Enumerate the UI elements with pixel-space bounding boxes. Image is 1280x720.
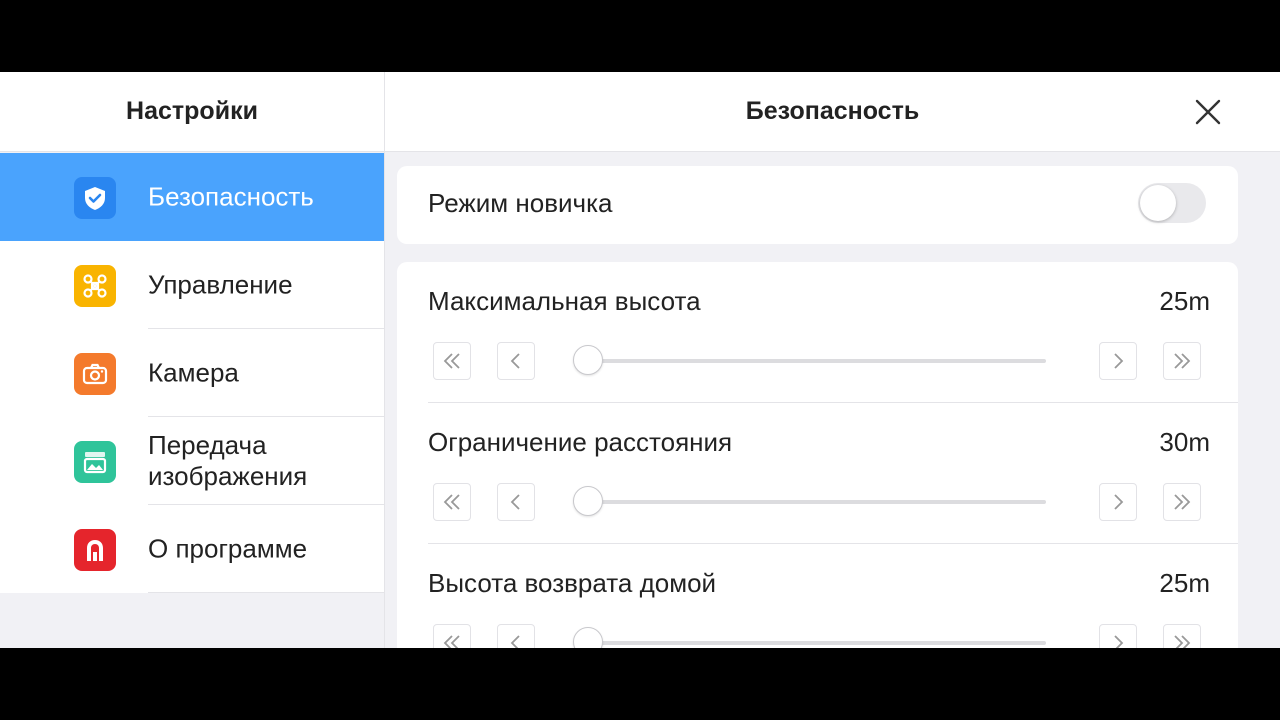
max-altitude-slider[interactable] — [573, 345, 1046, 375]
distance-limit-row: Ограничение расстояния 30m — [397, 403, 1238, 544]
sidebar-item-label: Управление — [148, 269, 293, 300]
double-chevron-right-icon[interactable] — [1163, 483, 1201, 521]
novice-mode-card: Режим новичка — [397, 166, 1238, 244]
settings-sidebar: Настройки Безопасность Управление Камера… — [0, 72, 384, 648]
sidebar-item-label: О программе — [148, 533, 308, 564]
sidebar-divider — [148, 592, 384, 593]
return-home-altitude-label: Высота возврата домой — [428, 568, 717, 598]
return-home-altitude-value: 25m — [1159, 568, 1210, 598]
distance-limit-slider[interactable] — [573, 486, 1046, 516]
drone-icon — [74, 265, 116, 307]
slider-thumb[interactable] — [573, 486, 603, 516]
chevron-left-icon[interactable] — [497, 624, 535, 648]
safety-panel: Безопасность Режим новичка Максимальная … — [384, 72, 1280, 648]
max-altitude-value: 25m — [1159, 286, 1210, 316]
chevron-right-icon[interactable] — [1099, 624, 1137, 648]
panel-header: Безопасность — [385, 72, 1280, 152]
sidebar-item-label: Камера — [148, 357, 239, 388]
double-chevron-left-icon[interactable] — [433, 624, 471, 648]
return-home-altitude-slider[interactable] — [573, 627, 1046, 648]
distance-limit-label: Ограничение расстояния — [428, 427, 733, 457]
panel-title: Безопасность — [745, 97, 920, 125]
chevron-left-icon[interactable] — [497, 483, 535, 521]
chevron-right-icon[interactable] — [1099, 342, 1137, 380]
shield-check-icon — [74, 177, 116, 219]
settings-screen: Настройки Безопасность Управление Камера… — [0, 72, 1280, 648]
slider-thumb[interactable] — [573, 627, 603, 648]
double-chevron-left-icon[interactable] — [433, 342, 471, 380]
max-altitude-row: Максимальная высота 25m — [397, 262, 1238, 403]
novice-mode-label: Режим новичка — [428, 188, 613, 218]
return-home-altitude-row: Высота возврата домой 25m — [397, 544, 1238, 648]
slider-thumb[interactable] — [573, 345, 603, 375]
chevron-right-icon[interactable] — [1099, 483, 1137, 521]
max-altitude-label: Максимальная высота — [428, 286, 701, 316]
novice-mode-toggle[interactable] — [1138, 183, 1206, 223]
camera-icon — [74, 353, 116, 395]
sidebar-item-camera[interactable]: Камера — [0, 329, 384, 417]
sidebar-item-label: Безопасность — [148, 181, 314, 212]
double-chevron-right-icon[interactable] — [1163, 342, 1201, 380]
double-chevron-right-icon[interactable] — [1163, 624, 1201, 648]
sidebar-item-safety[interactable]: Безопасность — [0, 153, 384, 241]
sidebar-item-image-transmission[interactable]: Передача изображения — [0, 417, 384, 505]
chevron-left-icon[interactable] — [497, 342, 535, 380]
close-icon[interactable] — [1190, 94, 1226, 130]
sidebar-item-label: Передача изображения — [148, 430, 308, 491]
letterbox-bottom — [0, 648, 1280, 720]
sidebar-item-control[interactable]: Управление — [0, 241, 384, 329]
distance-limit-value: 30m — [1159, 427, 1210, 457]
sidebar-title: Настройки — [126, 97, 258, 125]
app-logo-icon — [74, 529, 116, 571]
sidebar-list: Безопасность Управление Камера Передача … — [0, 153, 384, 593]
sidebar-item-about[interactable]: О программе — [0, 505, 384, 593]
double-chevron-left-icon[interactable] — [433, 483, 471, 521]
image-icon — [74, 441, 116, 483]
toggle-knob — [1140, 185, 1176, 221]
sidebar-header: Настройки — [0, 72, 384, 152]
limits-card: Максимальная высота 25m Ограничение расс… — [397, 262, 1238, 648]
